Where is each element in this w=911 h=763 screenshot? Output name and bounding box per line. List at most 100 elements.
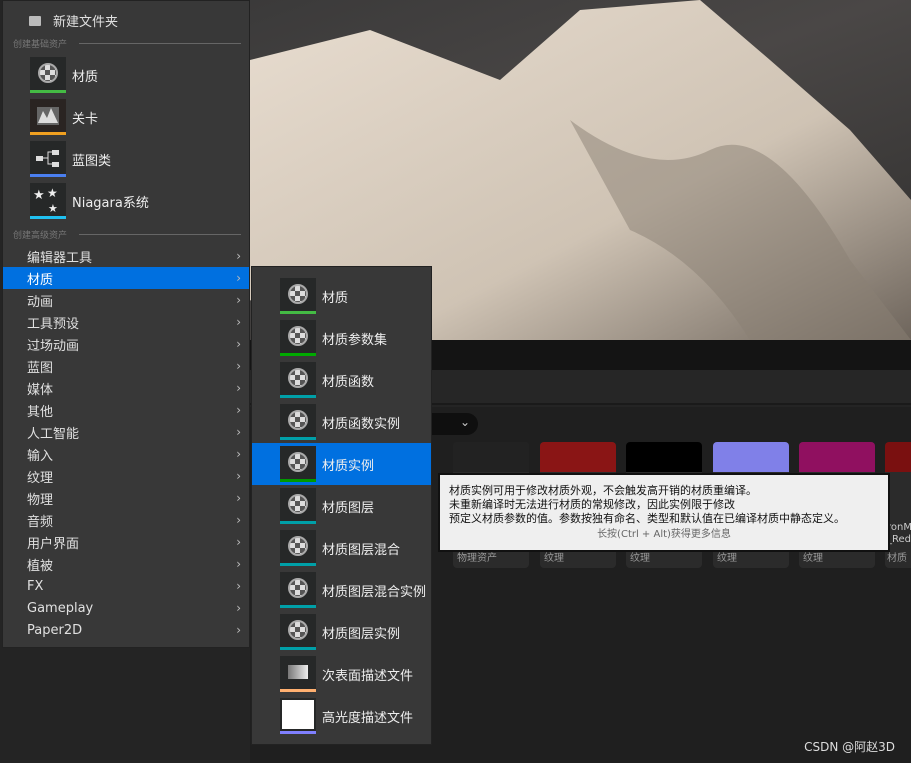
menu-item[interactable]: FX ›	[3, 575, 249, 597]
submenu-item[interactable]: 高光度描述文件	[252, 695, 431, 737]
chevron-down-icon: ⌄	[459, 415, 470, 429]
chevron-right-icon: ›	[236, 271, 241, 285]
submenu-item-label: 高光度描述文件	[322, 710, 414, 726]
menu-item-label: 编辑器工具	[27, 250, 93, 266]
submenu-item[interactable]: 材质函数实例	[252, 401, 431, 443]
menu-item-label: 蓝图	[27, 360, 54, 376]
material-icon	[280, 278, 316, 314]
basic-asset-level[interactable]: 关卡	[30, 98, 98, 136]
menu-item[interactable]: 媒体 ›	[3, 377, 249, 399]
specular-profile-icon	[280, 698, 316, 734]
section-header: 创建基础资产	[13, 37, 241, 50]
submenu-item[interactable]: 材质图层混合实例	[252, 569, 431, 611]
blueprint-icon	[30, 141, 66, 177]
layer-instance-icon	[280, 614, 316, 650]
svg-text:★: ★	[47, 186, 58, 200]
chevron-right-icon: ›	[236, 381, 241, 395]
add-asset-menu: 新建文件夹 创建基础资产 材质 关卡 蓝图类 ★ ★ ★ Niagara系统 创建高级…	[2, 0, 250, 648]
menu-item[interactable]: 材质 ›	[3, 267, 249, 289]
submenu-item-label: 材质函数	[322, 374, 375, 390]
submenu-item-label: 材质图层	[322, 500, 375, 516]
menu-item[interactable]: 纹理 ›	[3, 465, 249, 487]
folder-add-icon	[29, 15, 41, 26]
submenu-item[interactable]: 材质实例	[252, 443, 431, 485]
menu-item[interactable]: Paper2D ›	[3, 619, 249, 641]
menu-item[interactable]: 音频 ›	[3, 509, 249, 531]
menu-item-label: 材质	[27, 272, 54, 288]
chevron-right-icon: ›	[236, 337, 241, 351]
submenu-item-label: 材质函数实例	[322, 416, 401, 432]
chevron-right-icon: ›	[236, 293, 241, 307]
material-instance-icon	[280, 446, 316, 482]
submenu-item-label: 材质参数集	[322, 332, 388, 348]
menu-item-label: 用户界面	[27, 536, 80, 552]
menu-item[interactable]: Gameplay ›	[3, 597, 249, 619]
submenu-item[interactable]: 材质	[252, 275, 431, 317]
menu-item-label: Gameplay	[27, 600, 94, 616]
submenu-item-label: 材质图层混合	[322, 542, 401, 558]
basic-asset-blueprint[interactable]: 蓝图类	[30, 140, 111, 178]
menu-item[interactable]: 人工智能 ›	[3, 421, 249, 443]
submenu-item[interactable]: 次表面描述文件	[252, 653, 431, 695]
chevron-right-icon: ›	[236, 425, 241, 439]
menu-item[interactable]: 物理 ›	[3, 487, 249, 509]
menu-item[interactable]: 过场动画 ›	[3, 333, 249, 355]
chevron-right-icon: ›	[236, 623, 241, 637]
menu-item[interactable]: 编辑器工具 ›	[3, 245, 249, 267]
level-icon	[30, 99, 66, 135]
submenu-item[interactable]: 材质函数	[252, 359, 431, 401]
submenu-item[interactable]: 材质参数集	[252, 317, 431, 359]
svg-text:★: ★	[48, 202, 58, 215]
menu-item-label: 物理	[27, 492, 54, 508]
menu-item-label: FX	[27, 578, 44, 594]
menu-item[interactable]: 蓝图 ›	[3, 355, 249, 377]
menu-item[interactable]: 其他 ›	[3, 399, 249, 421]
menu-item[interactable]: 工具预设 ›	[3, 311, 249, 333]
chevron-right-icon: ›	[236, 557, 241, 571]
submenu-item[interactable]: 材质图层混合	[252, 527, 431, 569]
menu-item[interactable]: 输入 ›	[3, 443, 249, 465]
tooltip-line: 材质实例可用于修改材质外观，不会触发高开销的材质重编译。	[449, 484, 757, 497]
menu-item-label: 人工智能	[27, 426, 80, 442]
submenu-item-label: 材质实例	[322, 458, 375, 474]
menu-item-label: 音频	[27, 514, 54, 530]
layer-blend-icon	[280, 530, 316, 566]
tooltip-line: 预定义材质参数的值。参数按独有命名、类型和默认值在已编译材质中静态定义。	[449, 512, 845, 525]
submenu-item[interactable]: 材质图层	[252, 485, 431, 527]
menu-item[interactable]: 植被 ›	[3, 553, 249, 575]
svg-text:★: ★	[33, 188, 45, 203]
parameter-collection-icon	[280, 320, 316, 356]
material-layer-icon	[280, 488, 316, 524]
chevron-right-icon: ›	[236, 403, 241, 417]
menu-item-label: 媒体	[27, 382, 54, 398]
menu-item-label: 植被	[27, 558, 54, 574]
material-icon	[30, 57, 66, 93]
material-function-icon	[280, 362, 316, 398]
submenu-item-label: 材质图层混合实例	[322, 584, 427, 600]
chevron-right-icon: ›	[236, 513, 241, 527]
layer-blend-instance-icon	[280, 572, 316, 608]
basic-asset-niagara[interactable]: ★ ★ ★ Niagara系统	[30, 182, 149, 220]
menu-item-label: 纹理	[27, 470, 54, 486]
tooltip: 材质实例可用于修改材质外观，不会触发高开销的材质重编译。 未重新编译时无法进行材…	[438, 473, 890, 552]
niagara-stars-icon: ★ ★ ★	[30, 183, 66, 219]
chevron-right-icon: ›	[236, 447, 241, 461]
menu-item-label: 过场动画	[27, 338, 80, 354]
menu-item[interactable]: 动画 ›	[3, 289, 249, 311]
tooltip-line: 未重新编译时无法进行材质的常规修改，因此实例限于修改	[449, 498, 735, 511]
chevron-right-icon: ›	[236, 601, 241, 615]
menu-item-label: 其他	[27, 404, 54, 420]
watermark: CSDN @阿赵3D	[804, 740, 895, 754]
subsurface-profile-icon	[280, 656, 316, 692]
chevron-right-icon: ›	[236, 579, 241, 593]
basic-asset-material[interactable]: 材质	[30, 56, 98, 94]
function-instance-icon	[280, 404, 316, 440]
new-folder-item[interactable]: 新建文件夹	[29, 11, 118, 30]
menu-item-label: Paper2D	[27, 622, 83, 638]
submenu-item[interactable]: 材质图层实例	[252, 611, 431, 653]
chevron-right-icon: ›	[236, 491, 241, 505]
submenu-item-label: 材质图层实例	[322, 626, 401, 642]
chevron-right-icon: ›	[236, 535, 241, 549]
menu-item-label: 动画	[27, 294, 54, 310]
menu-item[interactable]: 用户界面 ›	[3, 531, 249, 553]
